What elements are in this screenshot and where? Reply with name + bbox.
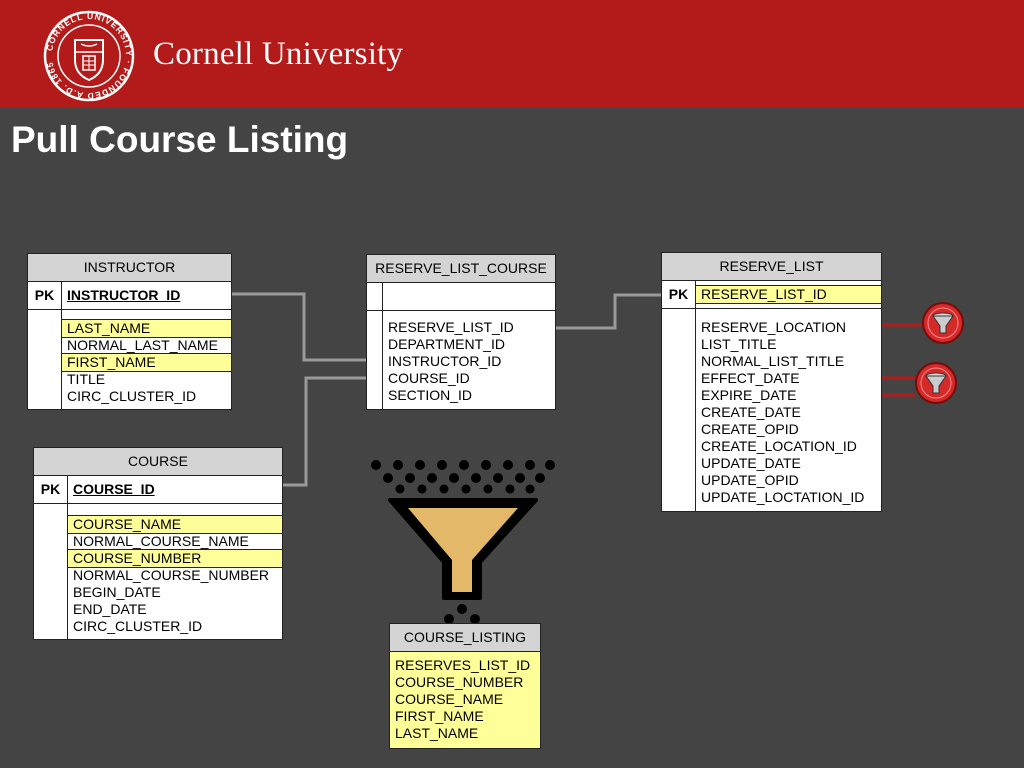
field-item: CREATE_LOCATION_ID — [701, 438, 857, 454]
field-item: UPDATE_DATE — [701, 455, 801, 471]
table-reserve-list-course: RESERVE_LIST_COURSE RESERVE_LIST_ID DEPA… — [366, 254, 556, 410]
field-item: CREATE_DATE — [701, 404, 801, 420]
pk-row: PK RESERVE_LIST_ID — [662, 281, 881, 309]
field-item: UPDATE_LOCTATION_ID — [701, 489, 865, 505]
field-item: COURSE_NAME — [395, 691, 504, 707]
pk-field: RESERVE_LIST_ID — [696, 285, 881, 304]
table-reserve-list: RESERVE_LIST PK RESERVE_LIST_ID RESERVE_… — [661, 252, 882, 512]
funnel-filter-icon[interactable] — [922, 302, 964, 344]
pk-label: PK — [28, 282, 62, 309]
table-body: LAST_NAME NORMAL_LAST_NAME FIRST_NAME TI… — [28, 310, 231, 409]
funnel-filter-icon[interactable] — [915, 362, 957, 404]
table-body: RESERVE_LOCATION LIST_TITLE NORMAL_LIST_… — [662, 309, 881, 511]
table-body: COURSE_NAME NORMAL_COURSE_NAME COURSE_NU… — [34, 504, 282, 639]
funnel-icon — [371, 460, 555, 624]
field-list: RESERVES_LIST_ID COURSE_NUMBER COURSE_NA… — [390, 652, 540, 748]
field-item: COURSE_NUMBER — [395, 674, 524, 690]
field-item: INSTRUCTOR_ID — [388, 353, 502, 369]
table-course-listing: COURSE_LISTING RESERVES_LIST_ID COURSE_N… — [389, 623, 541, 749]
pk-row: PK INSTRUCTOR_ID — [28, 282, 231, 310]
field-list: RESERVE_LIST_ID DEPARTMENT_ID INSTRUCTOR… — [383, 311, 555, 409]
table-header: COURSE_LISTING — [390, 624, 540, 652]
table-gutter — [28, 310, 62, 409]
field-item: TITLE — [67, 371, 106, 387]
field-item: END_DATE — [73, 601, 147, 617]
field-item: CIRC_CLUSTER_ID — [67, 388, 197, 404]
table-gutter — [367, 311, 383, 409]
field-item: RESERVE_LIST_ID — [388, 319, 514, 335]
field-item: LAST_NAME — [62, 319, 231, 338]
table-instructor: INSTRUCTOR PK INSTRUCTOR_ID LAST_NAME NO… — [27, 253, 232, 410]
field-list: RESERVE_LOCATION LIST_TITLE NORMAL_LIST_… — [696, 309, 881, 511]
table-header: COURSE — [34, 448, 282, 476]
pk-field: COURSE_ID — [73, 481, 155, 497]
table-header: RESERVE_LIST_COURSE — [367, 255, 555, 283]
field-item: RESERVE_LOCATION — [701, 319, 846, 335]
pk-label — [367, 283, 383, 310]
field-item: LIST_TITLE — [701, 336, 777, 352]
field-list: COURSE_NAME NORMAL_COURSE_NAME COURSE_NU… — [68, 504, 282, 639]
field-item: COURSE_NAME — [68, 515, 282, 534]
pk-field-cell: RESERVE_LIST_ID — [696, 281, 881, 308]
field-item: EXPIRE_DATE — [701, 387, 797, 403]
field-item: FIRST_NAME — [395, 708, 484, 724]
table-body: RESERVE_LIST_ID DEPARTMENT_ID INSTRUCTOR… — [367, 311, 555, 409]
field-item: NORMAL_LAST_NAME — [67, 337, 218, 353]
field-item: FIRST_NAME — [62, 353, 231, 372]
field-item: LAST_NAME — [395, 725, 479, 741]
field-item: COURSE_ID — [388, 370, 470, 386]
pk-label: PK — [34, 476, 68, 503]
table-course: COURSE PK COURSE_ID COURSE_NAME NORMAL_C… — [33, 447, 283, 640]
field-item: BEGIN_DATE — [73, 584, 161, 600]
pk-row — [367, 283, 555, 311]
field-item: EFFECT_DATE — [701, 370, 800, 386]
field-item: DEPARTMENT_ID — [388, 336, 505, 352]
pk-field: INSTRUCTOR_ID — [67, 287, 181, 303]
pk-field — [383, 283, 555, 310]
field-list: LAST_NAME NORMAL_LAST_NAME FIRST_NAME TI… — [62, 310, 231, 409]
field-item: NORMAL_COURSE_NAME — [73, 533, 249, 549]
field-item: NORMAL_COURSE_NUMBER — [73, 567, 270, 583]
field-item: COURSE_NUMBER — [68, 549, 282, 568]
pk-row: PK COURSE_ID — [34, 476, 282, 504]
field-item: RESERVES_LIST_ID — [395, 657, 531, 673]
table-gutter — [34, 504, 68, 639]
pk-label: PK — [662, 281, 696, 308]
field-item: CIRC_CLUSTER_ID — [73, 618, 203, 634]
table-gutter — [662, 309, 696, 511]
field-item: UPDATE_OPID — [701, 472, 799, 488]
field-item: SECTION_ID — [388, 387, 473, 403]
table-header: RESERVE_LIST — [662, 253, 881, 281]
table-header: INSTRUCTOR — [28, 254, 231, 282]
field-item: NORMAL_LIST_TITLE — [701, 353, 845, 369]
field-item: CREATE_OPID — [701, 421, 799, 437]
